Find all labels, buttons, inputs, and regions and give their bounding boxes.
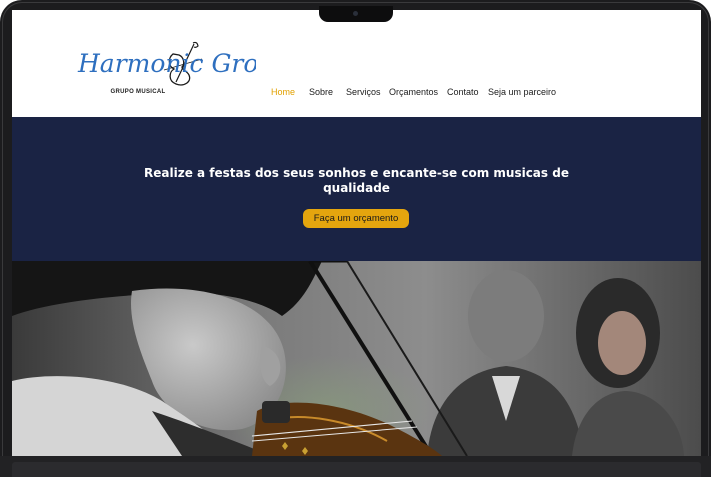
- logo-subtitle: GRUPO MUSICAL: [110, 89, 166, 95]
- hero-banner: Realize a festas dos seus sonhos e encan…: [12, 117, 701, 261]
- camera-notch: [319, 6, 393, 22]
- logo-script-text: Harmonic Group: [77, 49, 256, 78]
- nav-item-sobre[interactable]: Sobre: [309, 87, 333, 97]
- laptop-bottom-bezel: [0, 456, 711, 477]
- hero-photo-violinist: [12, 261, 701, 456]
- nav-item-servicos[interactable]: Serviços: [346, 87, 381, 97]
- hero-title-line-1: Realize a festas dos seus sonhos e encan…: [144, 166, 569, 180]
- request-quote-button[interactable]: Faça um orçamento: [303, 209, 409, 228]
- hero-title-line-2: qualidade: [323, 181, 390, 195]
- violinist-photo-illustration: [12, 261, 701, 456]
- nav-item-orcamentos[interactable]: Orçamentos: [389, 87, 438, 97]
- nav-item-seja-parceiro[interactable]: Seja um parceiro: [488, 87, 556, 97]
- camera-icon: [353, 11, 358, 16]
- laptop-frame: Harmonic Group GRUPO MUSICAL Home Sobre …: [0, 0, 711, 477]
- nav-item-contato[interactable]: Contato: [447, 87, 479, 97]
- nav-item-home[interactable]: Home: [271, 87, 295, 97]
- hero-title: Realize a festas dos seus sonhos e encan…: [12, 166, 701, 196]
- browser-viewport: Harmonic Group GRUPO MUSICAL Home Sobre …: [12, 10, 701, 456]
- site-header: Harmonic Group GRUPO MUSICAL Home Sobre …: [12, 10, 701, 117]
